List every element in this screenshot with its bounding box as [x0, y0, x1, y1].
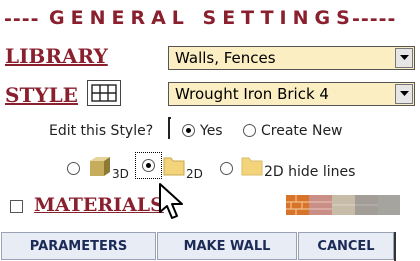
- chevron-down-icon[interactable]: [395, 48, 413, 68]
- cancel-button[interactable]: CANCEL: [298, 232, 394, 260]
- orange-brick-swatch[interactable]: [286, 195, 309, 215]
- style-label: STYLE: [5, 83, 78, 107]
- chevron-down-icon[interactable]: [395, 84, 413, 104]
- pink-brick-swatch[interactable]: [309, 195, 332, 215]
- edit-style-yes-radio[interactable]: [182, 124, 195, 137]
- header-right-dashes: -----: [352, 8, 397, 30]
- style-dropdown[interactable]: Wrought Iron Brick 4: [168, 82, 415, 106]
- view-2d-radio[interactable]: [142, 159, 155, 172]
- edit-style-bracket: [168, 117, 171, 139]
- header-left-dashes: ----: [4, 8, 40, 30]
- material-swatches[interactable]: [286, 195, 400, 215]
- concrete-swatch[interactable]: [378, 195, 400, 215]
- cube-3d-icon: [88, 155, 112, 181]
- view-2d-label[interactable]: 2D: [186, 167, 203, 181]
- mouse-cursor-icon: [158, 182, 190, 224]
- view-3d-radio[interactable]: [67, 162, 80, 175]
- library-value: Walls, Fences: [175, 49, 276, 67]
- edit-style-create-new-label[interactable]: Create New: [261, 123, 343, 139]
- edit-style-create-new-radio[interactable]: [243, 124, 256, 137]
- grid-icon: [91, 84, 117, 102]
- edit-style-prompt: Edit this Style?: [49, 123, 154, 139]
- library-dropdown[interactable]: Walls, Fences: [168, 46, 415, 70]
- style-value: Wrought Iron Brick 4: [175, 85, 329, 103]
- view-2d-hide-lines-label[interactable]: 2D hide lines: [264, 164, 355, 180]
- button-bar-divider: [394, 232, 396, 261]
- make-wall-button[interactable]: MAKE WALL: [157, 232, 297, 260]
- style-grid-button[interactable]: [87, 80, 121, 106]
- materials-checkbox[interactable]: [10, 200, 23, 213]
- library-label: LIBRARY: [5, 44, 108, 68]
- beige-stone-swatch[interactable]: [332, 195, 355, 215]
- folder-2d-icon: [163, 154, 185, 180]
- section-title: GENERAL SETTINGS: [49, 7, 356, 29]
- view-3d-label[interactable]: 3D: [112, 167, 129, 181]
- view-2d-hide-lines-radio[interactable]: [220, 162, 233, 175]
- edit-style-yes-label[interactable]: Yes: [200, 123, 223, 139]
- folder-2d-icon: [241, 154, 263, 180]
- materials-label[interactable]: MATERIALS: [34, 194, 164, 216]
- gray-stone-swatch[interactable]: [355, 195, 378, 215]
- parameters-button[interactable]: PARAMETERS: [1, 232, 156, 260]
